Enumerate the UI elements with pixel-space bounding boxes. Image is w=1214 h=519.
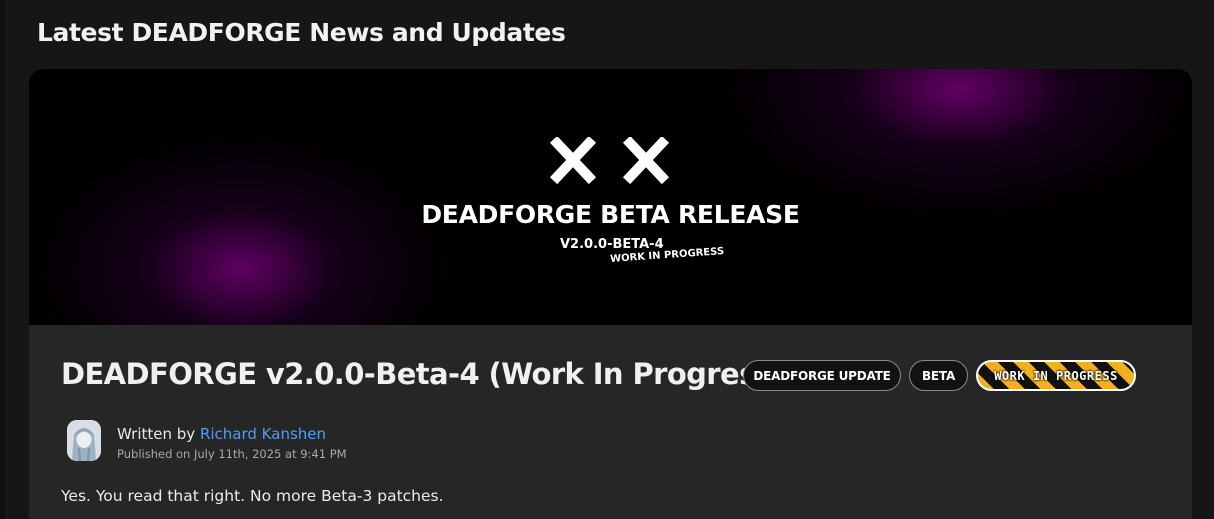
author-avatar[interactable] bbox=[67, 420, 101, 461]
article-title[interactable]: DEADFORGE v2.0.0-Beta-4 (Work In Progres… bbox=[61, 357, 786, 391]
tag-deadforge-update[interactable]: DEADFORGE UPDATE bbox=[743, 360, 901, 391]
double-x-logo-icon bbox=[549, 137, 670, 185]
author-avatar-image bbox=[67, 420, 101, 461]
written-by-label: Written by bbox=[117, 425, 196, 443]
heading-suffix: News and Updates bbox=[309, 18, 566, 47]
heading-brand: DEADFORGE bbox=[131, 18, 301, 47]
tag-work-in-progress[interactable]: WORK IN PROGRESS bbox=[976, 360, 1136, 391]
published-date: Published on July 11th, 2025 at 9:41 PM bbox=[117, 447, 347, 461]
banner-title: DEADFORGE BETA RELEASE bbox=[421, 200, 800, 229]
news-banner[interactable]: DEADFORGE BETA RELEASE V2.0.0-BETA-4 WOR… bbox=[29, 69, 1192, 325]
news-card[interactable]: DEADFORGE BETA RELEASE V2.0.0-BETA-4 WOR… bbox=[29, 69, 1192, 519]
article-body-first-line: Yes. You read that right. No more Beta-3… bbox=[61, 487, 444, 505]
tag-beta[interactable]: BETA bbox=[909, 360, 968, 391]
author-link[interactable]: Richard Kanshen bbox=[200, 425, 326, 443]
page-left-edge bbox=[0, 0, 5, 519]
author-line: Written by Richard Kanshen bbox=[117, 425, 326, 443]
heading-prefix: Latest bbox=[37, 18, 124, 47]
section-heading: Latest DEADFORGE News and Updates bbox=[37, 18, 566, 47]
